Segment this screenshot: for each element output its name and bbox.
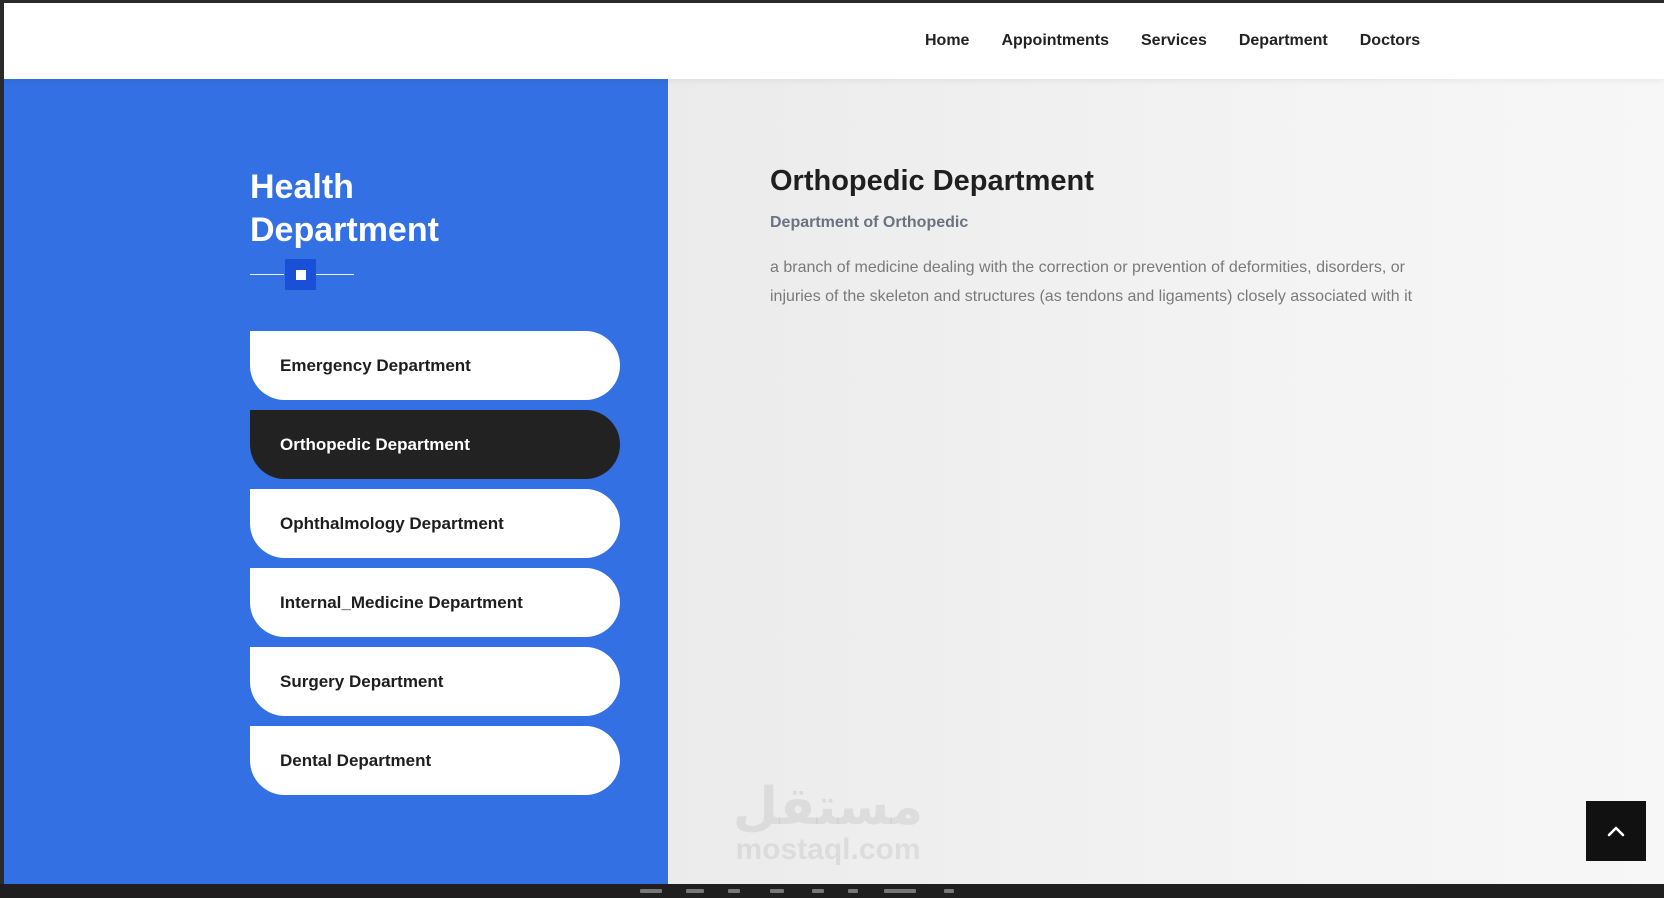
taskbar-icon[interactable]: [812, 889, 824, 893]
taskbar-icon[interactable]: [640, 889, 662, 893]
divider-square-icon: [285, 259, 316, 290]
dept-item-orthopedic[interactable]: Orthopedic Department: [250, 410, 620, 479]
scroll-to-top-button[interactable]: [1586, 801, 1646, 861]
nav-appointments[interactable]: Appointments: [1001, 30, 1109, 52]
watermark-logo: مستقل mostaql.com: [728, 779, 928, 879]
dept-item-internal-medicine[interactable]: Internal_Medicine Department: [250, 568, 620, 637]
main-nav: Home Appointments Services Department Do…: [925, 30, 1452, 52]
sidebar-title-line1: Health: [250, 168, 354, 206]
content-subtitle: Department of Orthopedic: [770, 214, 969, 231]
sidebar-title: Health Department: [250, 166, 510, 252]
os-taskbar: [0, 884, 1664, 898]
watermark-arabic: مستقل: [732, 777, 924, 837]
web-page: Home Appointments Services Department Do…: [4, 3, 1664, 884]
taskbar-icon[interactable]: [686, 889, 704, 893]
taskbar-icon[interactable]: [944, 889, 954, 893]
nav-doctors[interactable]: Doctors: [1360, 30, 1420, 52]
divider-line-right: [316, 274, 354, 275]
taskbar-icon[interactable]: [884, 889, 916, 893]
department-list: Emergency Department Orthopedic Departme…: [250, 331, 620, 805]
app-window: Home Appointments Services Department Do…: [0, 0, 1664, 898]
taskbar-icon[interactable]: [848, 889, 858, 893]
content-title: Orthopedic Department: [770, 165, 1094, 197]
site-header: Home Appointments Services Department Do…: [4, 3, 1664, 79]
dept-item-ophthalmology[interactable]: Ophthalmology Department: [250, 489, 620, 558]
dept-item-dental[interactable]: Dental Department: [250, 726, 620, 795]
watermark-latin: mostaql.com: [735, 833, 921, 866]
department-content: Orthopedic Department Department of Orth…: [668, 79, 1664, 884]
title-divider: [250, 259, 354, 291]
sidebar-title-line2: Department: [250, 211, 439, 249]
dept-item-emergency[interactable]: Emergency Department: [250, 331, 620, 400]
nav-services[interactable]: Services: [1141, 30, 1207, 52]
nav-department[interactable]: Department: [1239, 30, 1328, 52]
dept-item-surgery[interactable]: Surgery Department: [250, 647, 620, 716]
department-sidebar: Health Department Emergency Department O…: [4, 79, 668, 884]
chevron-up-icon: [1607, 826, 1625, 837]
taskbar-icon[interactable]: [728, 889, 740, 893]
nav-home[interactable]: Home: [925, 30, 969, 52]
content-description: a branch of medicine dealing with the co…: [770, 259, 1413, 305]
divider-line-left: [250, 274, 284, 275]
taskbar-icon[interactable]: [770, 889, 784, 893]
